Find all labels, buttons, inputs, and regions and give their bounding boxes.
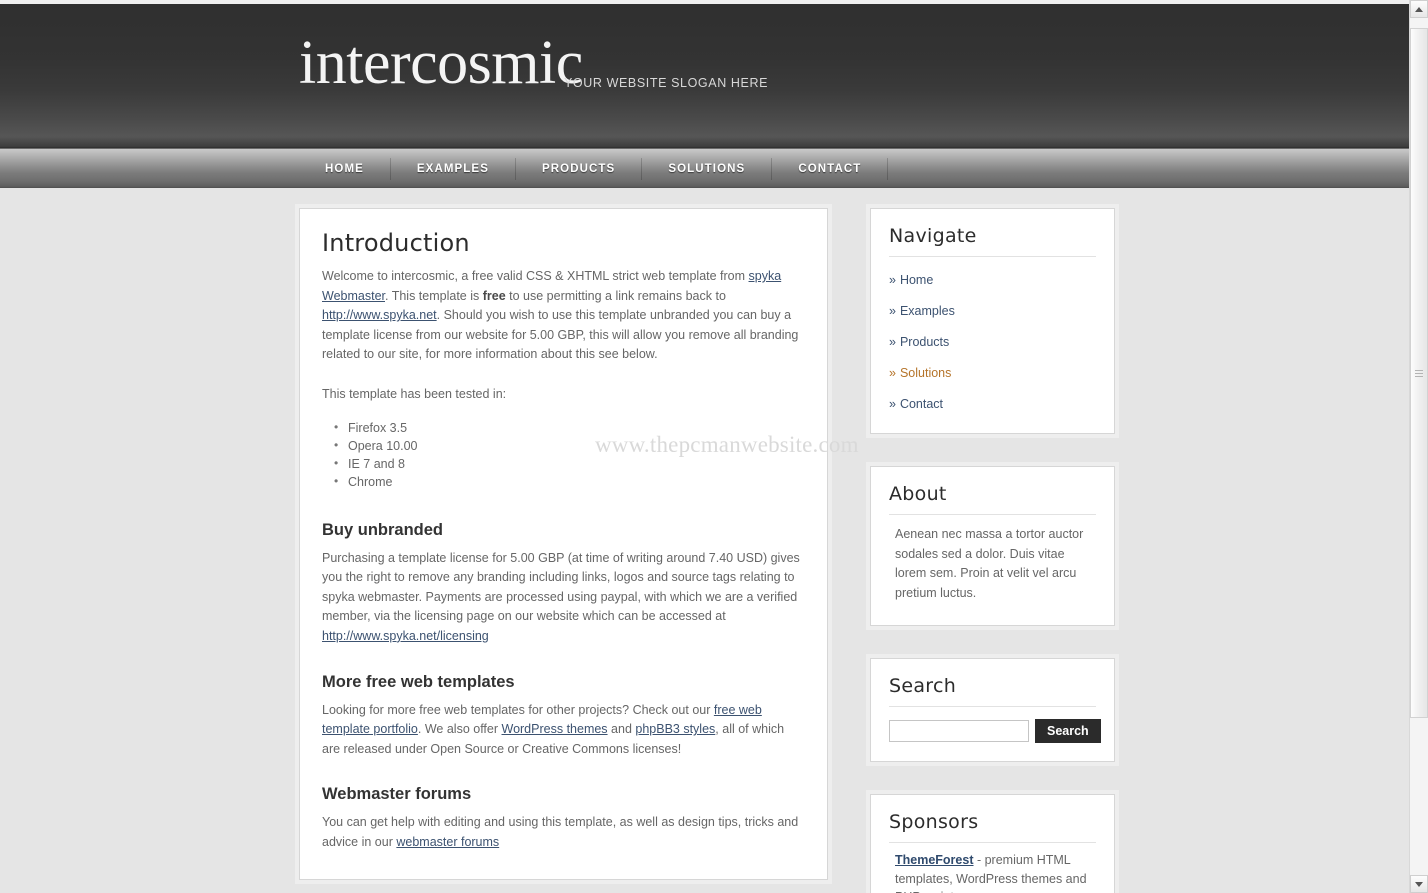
tested-browsers-list: Firefox 3.5 Opera 10.00 IE 7 and 8 Chrom…: [322, 418, 805, 491]
sidebar-navigate-title: Navigate: [889, 225, 1096, 257]
arrow-up-icon: [1415, 6, 1423, 12]
chevron-right-icon: »: [889, 273, 896, 287]
site-logo[interactable]: intercosmic: [299, 32, 583, 94]
intro-text-1: Welcome to intercosmic, a free valid CSS…: [322, 269, 749, 283]
intro-text-3: to use permitting a link remains back to: [505, 288, 726, 303]
forums-text-1: You can get help with editing and using …: [322, 815, 799, 849]
search-button[interactable]: Search: [1035, 719, 1101, 743]
chevron-right-icon: »: [889, 335, 896, 349]
more-text-2: . We also offer: [417, 722, 502, 737]
scrollbar-grip-icon: [1415, 368, 1423, 379]
sidebar-box-sponsors: Sponsors ThemeForest - premium HTML temp…: [870, 794, 1115, 893]
scrollbar-thumb[interactable]: [1410, 28, 1428, 718]
sidebar-item-products[interactable]: » Products: [889, 335, 949, 349]
list-item: » Contact: [889, 395, 1096, 413]
list-item: » Home: [889, 271, 1096, 289]
sidebar-about-title: About: [889, 483, 1096, 515]
search-input[interactable]: [889, 720, 1029, 742]
sidebar-box-search: Search Search: [870, 658, 1115, 762]
list-item: IE 7 and 8: [334, 454, 805, 473]
header-inner: intercosmic YOUR WEBSITE SLOGAN HERE: [299, 4, 1115, 148]
nav-item-home[interactable]: HOME: [299, 149, 390, 189]
more-text-1: Looking for more free web templates for …: [322, 702, 714, 717]
nav-item-contact[interactable]: CONTACT: [772, 149, 887, 189]
sidebar-item-contact[interactable]: » Contact: [889, 397, 943, 411]
list-item: Firefox 3.5: [334, 418, 805, 437]
scrollbar-down-button[interactable]: [1410, 875, 1428, 893]
tested-intro-text: This template has been tested in:: [322, 386, 507, 401]
sidebar-box-navigate: Navigate » Home » Examples » Products » Solu…: [870, 208, 1115, 434]
main-navigation-bar: HOME EXAMPLES PRODUCTS SOLUTIONS CONTACT: [0, 148, 1409, 188]
intro-free-emphasis: free: [482, 288, 506, 303]
intro-paragraph: Welcome to intercosmic, a free valid CSS…: [322, 267, 805, 365]
sidebar-item-examples[interactable]: » Examples: [889, 304, 955, 318]
sidebar-box-about: About Aenean nec massa a tortor auctor s…: [870, 466, 1115, 626]
sidebar-item-label: Contact: [899, 397, 944, 411]
sidebar-item-label: Home: [899, 273, 934, 287]
sidebar-item-label: Examples: [899, 304, 955, 318]
list-item: Opera 10.00: [334, 436, 805, 455]
link-phpbb3-styles[interactable]: phpBB3 styles: [635, 722, 715, 736]
page-viewport: intercosmic YOUR WEBSITE SLOGAN HERE HOM…: [0, 0, 1409, 893]
nav-item-solutions[interactable]: SOLUTIONS: [642, 149, 771, 189]
nav-item-products[interactable]: PRODUCTS: [516, 149, 641, 189]
link-webmaster-forums[interactable]: webmaster forums: [396, 835, 499, 849]
link-spyka-licensing[interactable]: http://www.spyka.net/licensing: [322, 629, 489, 643]
scrollbar-track[interactable]: [1410, 18, 1428, 875]
scrollbar-up-button[interactable]: [1410, 0, 1428, 18]
browser-page: intercosmic YOUR WEBSITE SLOGAN HERE HOM…: [0, 0, 1428, 893]
sidebar: Navigate » Home » Examples » Products » Solu…: [870, 208, 1115, 893]
nav-separator: [887, 158, 889, 180]
list-item: Chrome: [334, 472, 805, 491]
page-title: Introduction: [322, 229, 470, 257]
main-navigation: HOME EXAMPLES PRODUCTS SOLUTIONS CONTACT: [299, 149, 889, 189]
sponsors-list: ThemeForest - premium HTML templates, Wo…: [895, 851, 1096, 893]
main-content-panel: Introduction Welcome to intercosmic, a f…: [299, 208, 828, 880]
sidebar-item-solutions[interactable]: » Solutions: [889, 366, 951, 380]
link-wordpress-themes[interactable]: WordPress themes: [502, 722, 608, 736]
chevron-right-icon: »: [889, 304, 896, 318]
sidebar-about-text: Aenean nec massa a tortor auctor sodales…: [895, 527, 1084, 600]
nav-item-examples[interactable]: EXAMPLES: [391, 149, 515, 189]
chevron-right-icon: »: [889, 397, 896, 411]
vertical-scrollbar[interactable]: [1409, 0, 1428, 893]
list-item: ThemeForest - premium HTML templates, Wo…: [895, 851, 1096, 893]
site-slogan: YOUR WEBSITE SLOGAN HERE: [564, 76, 769, 90]
list-item: » Solutions: [889, 364, 1096, 382]
more-text-3: and: [607, 722, 636, 737]
heading-more-templates: More free web templates: [322, 672, 515, 691]
sidebar-sponsors-title: Sponsors: [889, 811, 1096, 843]
site-header: intercosmic YOUR WEBSITE SLOGAN HERE: [0, 4, 1409, 148]
buy-text-1: Purchasing a template license for 5.00 G…: [322, 550, 800, 624]
webmaster-forums-paragraph: You can get help with editing and using …: [322, 813, 805, 852]
heading-buy-unbranded: Buy unbranded: [322, 520, 444, 539]
list-item: » Examples: [889, 302, 1096, 320]
sidebar-item-label: Products: [899, 335, 950, 349]
list-item: » Products: [889, 333, 1096, 351]
more-templates-paragraph: Looking for more free web templates for …: [322, 701, 805, 760]
buy-unbranded-paragraph: Purchasing a template license for 5.00 G…: [322, 549, 805, 647]
sidebar-item-home[interactable]: » Home: [889, 273, 933, 287]
sidebar-item-label: Solutions: [899, 366, 952, 380]
link-spyka-net[interactable]: http://www.spyka.net: [322, 308, 437, 322]
sidebar-search-title: Search: [889, 675, 1096, 707]
arrow-down-icon: [1415, 881, 1423, 887]
sidebar-navigate-list: » Home » Examples » Products » Solutions » Co…: [889, 265, 1096, 413]
intro-text-2: . This template is: [385, 288, 483, 303]
chevron-right-icon: »: [889, 366, 896, 380]
search-form: Search: [889, 719, 1101, 743]
sponsor-link-themeforest[interactable]: ThemeForest: [895, 853, 974, 867]
heading-webmaster-forums: Webmaster forums: [322, 785, 472, 804]
